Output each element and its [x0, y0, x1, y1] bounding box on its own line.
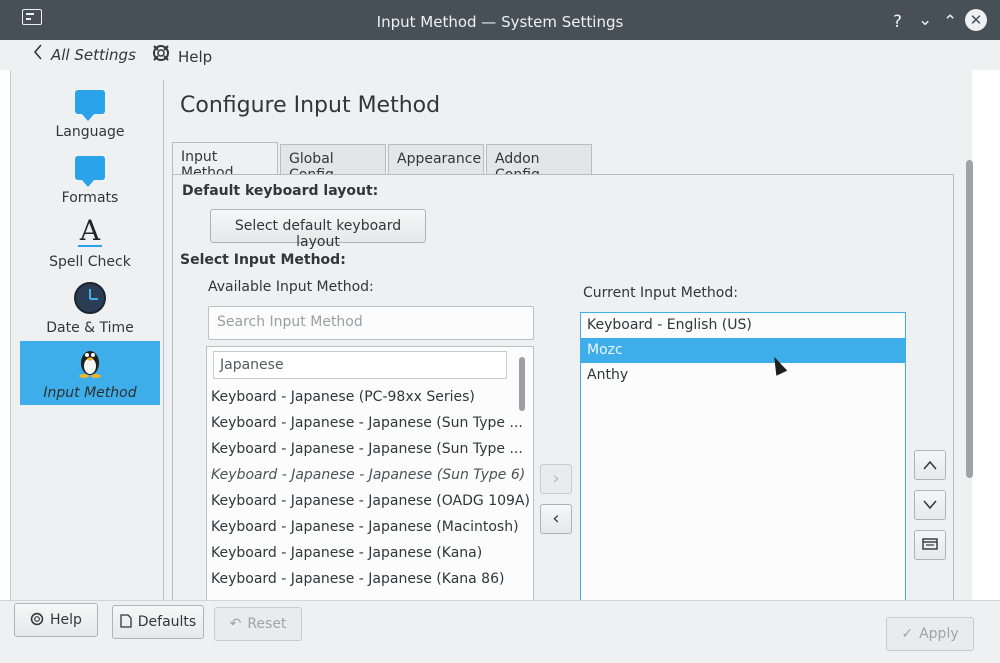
minimize-icon[interactable]: ⌄: [918, 12, 932, 29]
page-title: Configure Input Method: [180, 93, 441, 118]
move-down-button[interactable]: [914, 490, 946, 520]
remove-method-button[interactable]: ‹: [540, 504, 572, 534]
maximize-icon[interactable]: ⌃: [943, 14, 957, 31]
navigation-bar: All Settings Help: [0, 40, 1000, 70]
list-item[interactable]: Keyboard - Japanese - Japanese (Sun Type…: [211, 467, 525, 491]
reset-label: Reset: [247, 616, 287, 632]
help-button[interactable]: Help: [152, 44, 212, 66]
tab-input-method[interactable]: Input Method: [172, 142, 278, 181]
sidebar-item-spell-check[interactable]: A Spell Check: [20, 214, 160, 276]
filter-field[interactable]: Japanese: [213, 351, 507, 379]
add-method-button[interactable]: ›: [540, 464, 572, 494]
sidebar: Language Formats A Spell Check Date & Ti…: [12, 70, 160, 600]
select-input-method-label: Select Input Method:: [180, 252, 346, 268]
all-settings-label: All Settings: [51, 46, 136, 64]
apply-button[interactable]: ✓ Apply: [886, 617, 974, 651]
available-input-method-label: Available Input Method:: [208, 279, 374, 295]
language-icon: [20, 84, 160, 121]
list-item[interactable]: Anthy: [581, 363, 905, 388]
tab-appearance[interactable]: Appearance: [388, 144, 484, 174]
configure-method-button[interactable]: [914, 530, 946, 560]
list-item[interactable]: Keyboard - Japanese (PC-98xx Series): [211, 389, 475, 413]
window-title: Input Method — System Settings: [376, 13, 624, 31]
default-layout-label: Default keyboard layout:: [182, 183, 379, 199]
list-item[interactable]: Keyboard - Japanese - Japanese (Macintos…: [211, 519, 519, 543]
select-default-layout-button[interactable]: Select default keyboard layout: [210, 209, 426, 250]
bottom-help-label: Help: [50, 612, 82, 628]
list-item[interactable]: Keyboard - Japanese - Japanese (OADG 109…: [211, 493, 530, 517]
clock-icon: [20, 280, 160, 314]
sidebar-item-formats[interactable]: Formats: [20, 150, 160, 212]
bottom-help-button[interactable]: Help: [14, 603, 98, 637]
tux-icon: [20, 345, 160, 379]
tab-global-config[interactable]: Global Config: [280, 144, 386, 183]
list-item[interactable]: Keyboard - Japanese - Japanese (Kana 86): [211, 571, 504, 595]
current-input-method-label: Current Input Method:: [583, 285, 738, 301]
list-scrollbar[interactable]: [519, 357, 525, 411]
formats-icon: [20, 150, 160, 187]
title-bar: Input Method — System Settings ? ⌄ ⌃ ✕: [0, 0, 1000, 40]
sidebar-item-input-method[interactable]: Input Method: [20, 341, 160, 405]
sidebar-item-label: Spell Check: [49, 254, 131, 270]
current-input-method-list[interactable]: Keyboard - English (US) Mozc Anthy: [580, 312, 906, 604]
spell-check-icon: A: [78, 214, 102, 247]
help-lifebuoy-icon: [30, 612, 44, 626]
sidebar-item-date-time[interactable]: Date & Time: [20, 280, 160, 342]
sidebar-item-label: Input Method: [43, 385, 137, 401]
sidebar-item-language[interactable]: Language: [20, 84, 160, 146]
help-lifebuoy-icon: [152, 44, 170, 66]
help-label: Help: [178, 48, 213, 66]
list-item[interactable]: Keyboard - Japanese - Japanese (Sun Type…: [211, 415, 523, 439]
move-up-button[interactable]: [914, 450, 946, 480]
tab-addon-config[interactable]: Addon Config: [486, 144, 592, 183]
list-item-selected[interactable]: Mozc: [581, 338, 905, 363]
close-icon[interactable]: ✕: [965, 9, 987, 31]
chevron-left-icon: [33, 44, 43, 64]
check-icon: ✓: [901, 626, 914, 642]
list-item[interactable]: Keyboard - Japanese - Japanese (Kana): [211, 545, 482, 569]
all-settings-button[interactable]: All Settings: [33, 44, 136, 64]
sidebar-item-label: Language: [55, 124, 125, 140]
available-input-method-list[interactable]: Japanese Keyboard - Japanese (PC-98xx Se…: [206, 346, 534, 602]
configure-icon: [922, 538, 938, 550]
document-icon: [120, 614, 132, 628]
apply-label: Apply: [919, 626, 959, 642]
chevron-up-icon: [923, 460, 937, 470]
sidebar-divider: [163, 80, 164, 600]
list-item[interactable]: Keyboard - English (US): [581, 313, 905, 338]
sidebar-item-label: Formats: [61, 190, 119, 206]
search-input[interactable]: Search Input Method: [208, 306, 534, 340]
help-icon[interactable]: ?: [893, 14, 902, 31]
bottom-bar: Help Defaults ↶ Reset ✓ Apply: [0, 600, 1000, 663]
defaults-label: Defaults: [137, 614, 197, 630]
chevron-down-icon: [923, 500, 937, 510]
undo-icon: ↶: [229, 616, 242, 632]
sidebar-item-label: Date & Time: [46, 320, 134, 336]
reset-button[interactable]: ↶ Reset: [214, 607, 302, 641]
panel-scrollbar[interactable]: [966, 160, 973, 478]
list-item[interactable]: Keyboard - Japanese - Japanese (Sun Type…: [211, 441, 523, 465]
defaults-button[interactable]: Defaults: [112, 605, 204, 639]
